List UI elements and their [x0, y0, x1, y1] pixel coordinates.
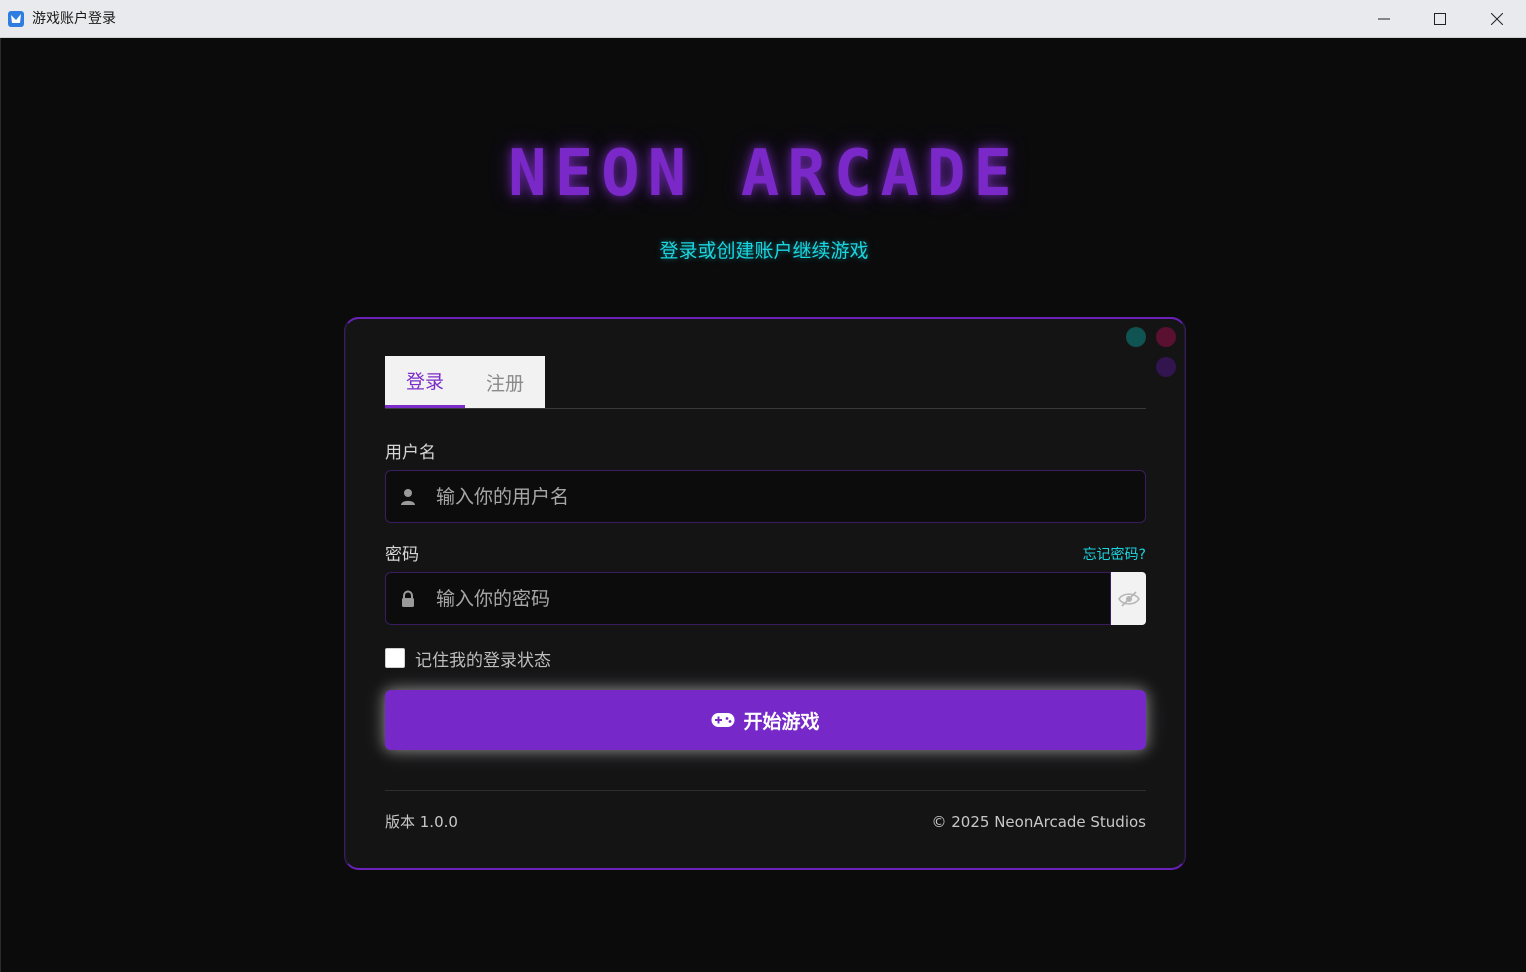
subtitle: 登录或创建账户继续游戏 [659, 240, 869, 262]
username-input[interactable] [436, 471, 1116, 522]
forgot-password-link[interactable]: 忘记密码? [1026, 545, 1146, 565]
remember-me: 记住我的登录状态 [385, 647, 551, 671]
window-titlebar: 游戏账户登录 [0, 0, 1526, 38]
password-input[interactable] [436, 573, 1116, 624]
login-card: 登录 注册 用户名 密码 忘记密码? [345, 317, 1185, 870]
maximize-icon [1434, 13, 1446, 25]
remember-label: 记住我的登录状态 [415, 650, 551, 671]
tab-login[interactable]: 登录 [385, 356, 465, 408]
tab-register[interactable]: 注册 [465, 356, 545, 408]
remember-checkbox[interactable] [385, 648, 405, 668]
close-icon [1491, 13, 1503, 25]
auth-tabs: 登录 注册 [385, 356, 1146, 409]
minimize-button[interactable] [1356, 0, 1412, 38]
close-button[interactable] [1469, 0, 1525, 38]
password-label: 密码 [385, 545, 419, 565]
app-content: NEON ARCADE 登录或创建账户继续游戏 登录 注册 用户名 密码 忘记密… [0, 38, 1526, 972]
start-game-button[interactable]: 开始游戏 [385, 690, 1146, 750]
decor-dot-purple [1156, 357, 1176, 377]
username-field [385, 470, 1146, 523]
decor-dot-red [1156, 327, 1176, 347]
copyright-text: © 2025 NeonArcade Studios [931, 813, 1147, 831]
logo-title: NEON ARCADE [508, 137, 1020, 211]
gamepad-icon [711, 713, 735, 727]
user-icon [401, 489, 415, 505]
window-title: 游戏账户登录 [32, 11, 116, 27]
app-icon [8, 11, 24, 27]
lock-icon [402, 590, 414, 607]
maximize-button[interactable] [1412, 0, 1468, 38]
minimize-icon [1378, 18, 1390, 20]
username-label: 用户名 [385, 443, 436, 463]
password-field [385, 572, 1116, 625]
toggle-password-button[interactable] [1111, 572, 1146, 625]
start-game-label: 开始游戏 [743, 710, 820, 733]
footer-divider [385, 790, 1146, 791]
decor-dot-teal [1126, 327, 1146, 347]
version-text: 版本 1.0.0 [385, 813, 458, 831]
eye-slash-icon [1117, 590, 1140, 607]
